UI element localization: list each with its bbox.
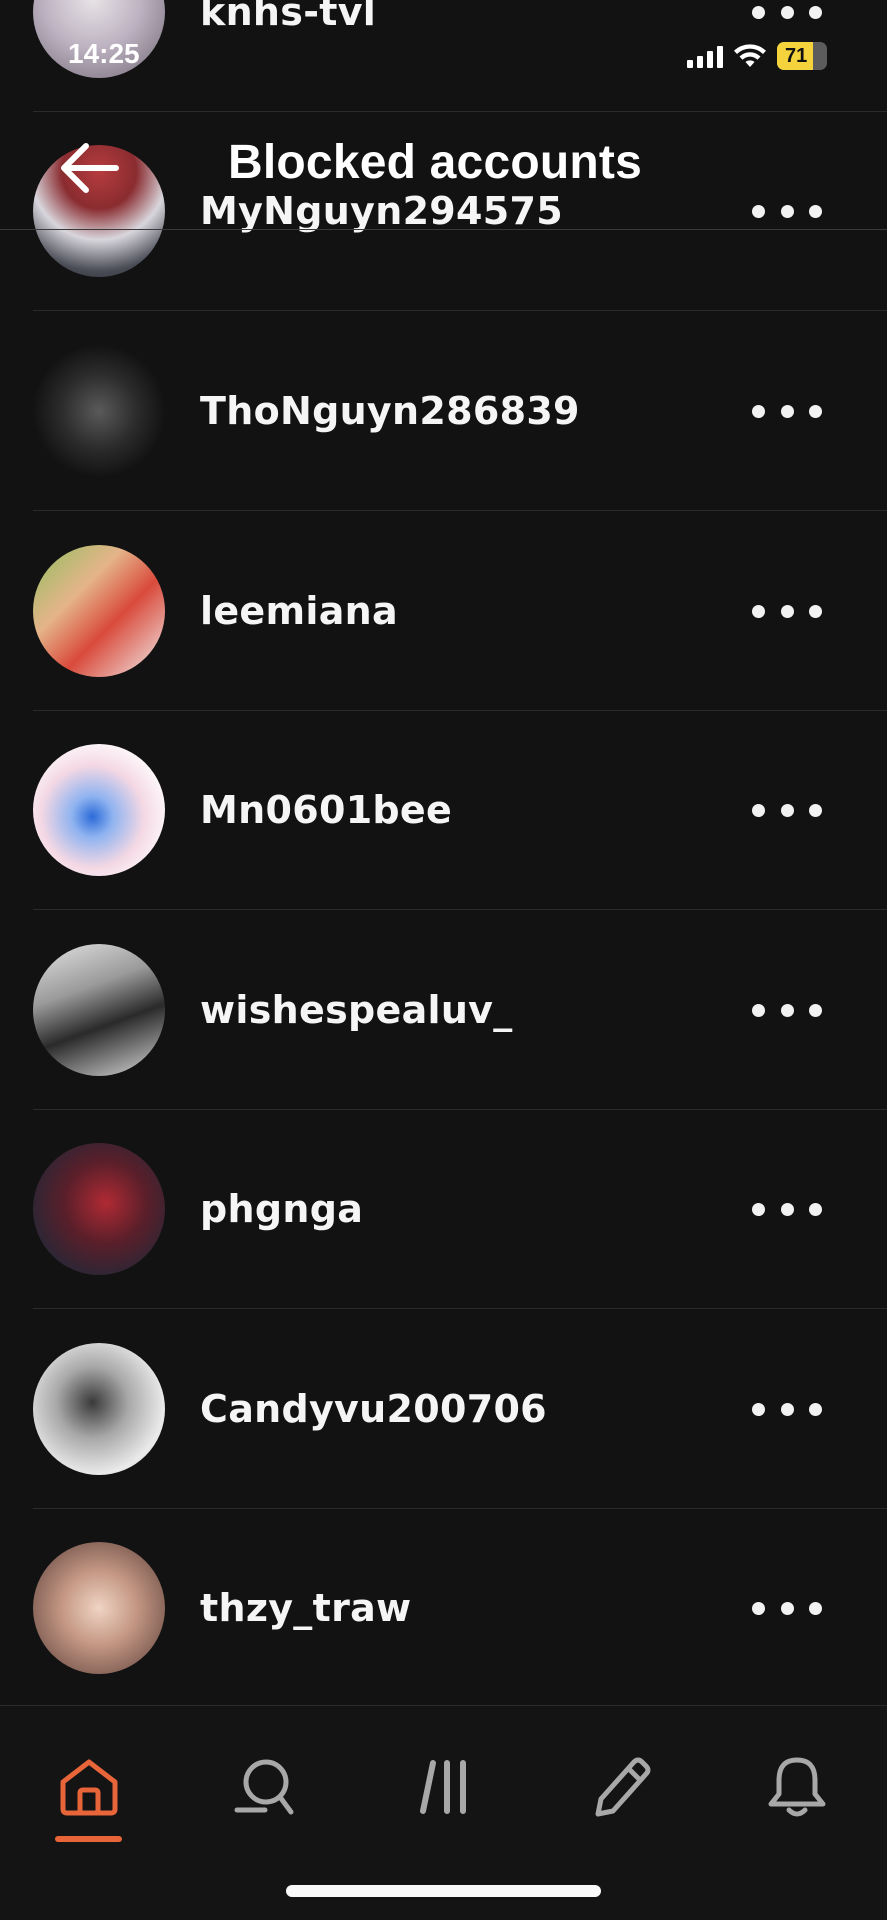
more-options-button[interactable] (752, 596, 822, 626)
username[interactable]: wishespealuv_ (200, 988, 513, 1032)
battery-percent: 71 (785, 44, 808, 67)
nav-feeds-button[interactable] (402, 1744, 488, 1830)
list-item[interactable]: leemiana (0, 511, 887, 711)
battery-indicator: 71 (777, 42, 827, 70)
bottom-nav (0, 1705, 887, 1920)
wifi-icon (734, 44, 766, 67)
home-indicator[interactable] (286, 1885, 601, 1897)
username[interactable]: MyNguyn294575 (200, 189, 563, 233)
more-options-button[interactable] (752, 1593, 822, 1623)
more-options-button[interactable] (752, 396, 822, 426)
nav-notifications-button[interactable] (754, 1744, 840, 1830)
avatar[interactable] (33, 1343, 165, 1475)
avatar[interactable] (33, 944, 165, 1076)
status-time: 14:25 (68, 38, 140, 69)
more-options-button[interactable] (752, 1394, 822, 1424)
more-options-button[interactable] (752, 795, 822, 825)
search-icon (234, 1759, 294, 1815)
more-options-button[interactable] (752, 1194, 822, 1224)
list-item[interactable]: thzy_traw (0, 1508, 887, 1708)
username[interactable]: ThoNguyn286839 (200, 389, 580, 433)
nav-compose-button[interactable] (578, 1744, 664, 1830)
username[interactable]: phgnga (200, 1187, 363, 1231)
arrow-left-icon[interactable] (58, 140, 120, 196)
list-item[interactable]: wishespealuv_ (0, 910, 887, 1110)
status-icons: 71 (687, 40, 827, 72)
nav-home-button[interactable] (46, 1744, 132, 1830)
nav-active-indicator (55, 1836, 122, 1842)
avatar[interactable] (33, 1143, 165, 1275)
more-options-button[interactable] (752, 196, 822, 226)
username[interactable]: leemiana (200, 589, 398, 633)
username[interactable]: knhs-tvl (200, 0, 376, 34)
list-item[interactable]: ThoNguyn286839 (0, 311, 887, 511)
list-item[interactable]: Candyvu200706 (0, 1309, 887, 1509)
home-icon (60, 1759, 118, 1816)
feeds-icon (420, 1760, 466, 1814)
avatar[interactable] (33, 1542, 165, 1674)
username[interactable]: Candyvu200706 (200, 1387, 547, 1431)
header-divider (0, 229, 887, 230)
avatar[interactable] (33, 545, 165, 677)
username[interactable]: Mn0601bee (200, 788, 452, 832)
avatar[interactable] (33, 744, 165, 876)
compose-pencil-icon (595, 1757, 651, 1817)
list-item[interactable]: Mn0601bee (0, 710, 887, 910)
more-options-button[interactable] (752, 995, 822, 1025)
list-item[interactable]: phgnga (0, 1109, 887, 1309)
username[interactable]: thzy_traw (200, 1586, 411, 1630)
nav-search-button[interactable] (222, 1744, 308, 1830)
cellular-signal-icon (687, 44, 723, 68)
avatar[interactable] (33, 345, 165, 477)
page-title: Blocked accounts (228, 136, 642, 189)
more-options-button[interactable] (752, 0, 822, 27)
bell-icon (768, 1757, 826, 1817)
